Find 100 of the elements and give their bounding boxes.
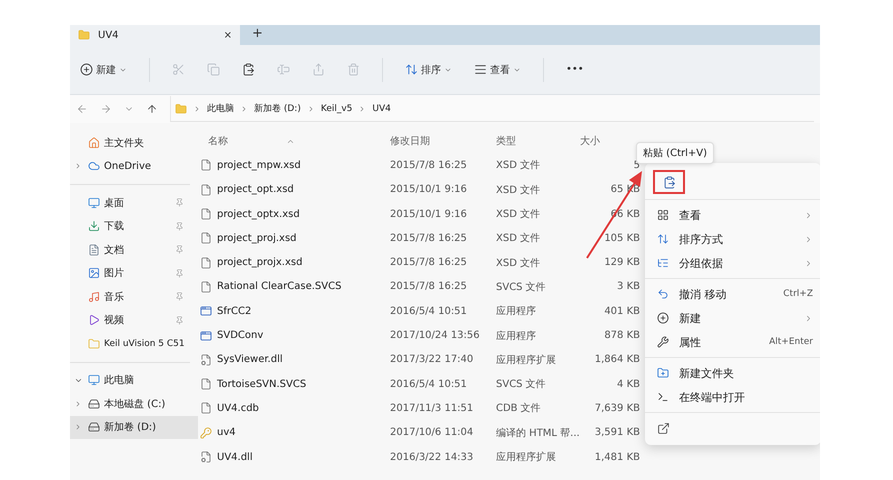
file-name[interactable]: SfrCC2 <box>200 305 252 318</box>
date-cell: 2017/11/3 11:51 <box>390 402 474 414</box>
file-icon <box>200 402 212 414</box>
pin-icon <box>175 316 184 325</box>
breadcrumb-item[interactable]: Keil_v5 <box>320 104 352 114</box>
share-icon <box>312 63 325 76</box>
date-cell: 2017/10/24 13:56 <box>390 330 480 342</box>
folder-icon <box>88 338 100 350</box>
sort-caret-icon <box>286 137 295 146</box>
breadcrumb-item[interactable]: 此电脑 <box>207 102 234 115</box>
column-header[interactable]: 大小 <box>580 134 600 148</box>
breadcrumb-item[interactable]: UV4 <box>372 104 391 114</box>
sidebar-item[interactable]: 音乐 <box>70 285 198 308</box>
pin-icon <box>175 198 184 208</box>
pin-icon <box>175 222 184 231</box>
desktop-icon <box>88 196 100 209</box>
tooltip: 粘贴 (Ctrl+V) <box>636 142 714 164</box>
date-cell: 2015/10/1 9:16 <box>390 208 467 220</box>
file-name[interactable]: project_opt.xsd <box>200 184 294 196</box>
sidebar-item[interactable]: Keil uVision 5 C51 <box>70 332 198 356</box>
video-icon <box>88 314 100 326</box>
computer-icon <box>88 374 100 386</box>
file-icon <box>200 208 212 220</box>
date-cell: 2015/7/8 16:25 <box>390 257 467 268</box>
file-icon <box>200 232 212 244</box>
sort-icon <box>657 233 669 245</box>
column-header[interactable]: 修改日期 <box>390 134 430 148</box>
menu-item[interactable]: 分组依据 <box>645 251 820 275</box>
breadcrumb-item[interactable]: 新加卷 (D:) <box>254 102 301 115</box>
file-name[interactable]: UV4.dll <box>200 451 253 463</box>
new-button[interactable]: 新建 <box>80 62 127 76</box>
type-cell-text: SVCS 文件 <box>496 378 546 392</box>
file-name[interactable]: project_optx.xsd <box>200 208 300 220</box>
size-cell: 129 KB <box>604 257 640 268</box>
clipboard-icon <box>242 63 255 76</box>
close-tab-button[interactable]: × <box>224 30 232 40</box>
view-button[interactable]: 查看 <box>474 62 521 76</box>
sidebar-item[interactable]: 文档 <box>70 238 198 262</box>
home-icon <box>88 136 100 149</box>
sidebar-item[interactable]: OneDrive <box>70 154 198 178</box>
folder-icon <box>175 102 187 114</box>
menu-item[interactable]: 查看 <box>645 203 820 227</box>
paste-button[interactable] <box>653 170 685 194</box>
paste-button[interactable] <box>242 63 255 76</box>
sidebar-item[interactable]: 此电脑 <box>70 368 198 392</box>
new-folder-icon <box>657 367 669 379</box>
more-options-icon <box>657 422 670 434</box>
menu-item[interactable]: 新建文件夹 <box>645 361 820 385</box>
file-name[interactable]: TortoiseSVN.SVCS <box>200 378 306 390</box>
type-cell-text: SVCS 文件 <box>496 280 546 294</box>
size-cell: 1,481 KB <box>594 452 640 462</box>
wrench-icon <box>657 336 669 348</box>
menu-item[interactable]: 撤消 移动 Ctrl+Z <box>645 282 820 306</box>
file-name[interactable]: project_proj.xsd <box>200 232 296 244</box>
sidebar-item[interactable]: 下载 <box>70 214 198 238</box>
size-cell: 401 KB <box>604 306 640 317</box>
file-name[interactable]: project_projx.xsd <box>200 256 302 269</box>
menu-item[interactable]: 在终端中打开 <box>645 385 820 409</box>
drive-icon <box>88 421 100 434</box>
type-cell-text: 应用程序 <box>496 304 536 318</box>
group-icon <box>657 257 669 269</box>
more-button[interactable]: ••• <box>566 64 584 75</box>
chevron-icon <box>240 104 248 112</box>
folder-icon <box>78 29 90 41</box>
menu-item[interactable]: 排序方式 <box>645 227 820 251</box>
sidebar-item[interactable]: 新加卷 (D:) <box>70 416 198 439</box>
date-cell: 2016/3/22 14:33 <box>390 452 474 462</box>
menu-item[interactable]: 新建 <box>645 306 820 330</box>
type-cell-text: 应用程序 <box>496 330 536 343</box>
submenu-icon <box>804 210 813 220</box>
size-cell: 1,864 KB <box>594 354 640 366</box>
add-icon <box>80 63 93 76</box>
sidebar-item[interactable]: 桌面 <box>70 191 198 214</box>
size-cell: 3 KB <box>617 281 640 292</box>
sort-button[interactable]: 排序 <box>405 62 452 76</box>
sidebar-item[interactable]: 本地磁盘 (C:) <box>70 392 198 416</box>
file-icon <box>200 256 212 269</box>
image-icon <box>88 267 100 280</box>
file-name[interactable]: SysViewer.dll <box>200 354 283 366</box>
grid-icon <box>657 209 669 221</box>
submenu-icon <box>804 258 813 268</box>
type-cell-text: XSD 文件 <box>496 232 540 246</box>
column-header[interactable]: 类型 <box>496 134 516 148</box>
menu-item[interactable]: 属性 Alt+Enter <box>645 330 820 354</box>
date-cell: 2015/7/8 16:25 <box>390 232 467 244</box>
sidebar-item[interactable]: 主文件夹 <box>70 131 198 154</box>
tab-title: UV4 <box>98 30 120 40</box>
sidebar-item[interactable]: 图片 <box>70 262 198 285</box>
file-name[interactable]: Rational ClearCase.SVCS <box>200 280 342 293</box>
pin-icon <box>175 245 184 254</box>
column-header[interactable]: 名称 <box>200 134 228 148</box>
sidebar-item[interactable]: 视频 <box>70 308 198 332</box>
address-bar[interactable]: 此电脑 新加卷 (D:) Keil_v5 UV4 <box>170 96 814 122</box>
new-tab-button[interactable]: + <box>252 26 263 41</box>
file-name[interactable]: SVDConv <box>200 330 264 342</box>
file-name[interactable]: project_mpw.xsd <box>200 159 301 172</box>
app-icon <box>200 305 212 318</box>
folder-tab[interactable]: UV4 × <box>70 25 240 45</box>
file-name[interactable]: uv4 <box>200 426 236 439</box>
file-name[interactable]: UV4.cdb <box>200 402 259 414</box>
